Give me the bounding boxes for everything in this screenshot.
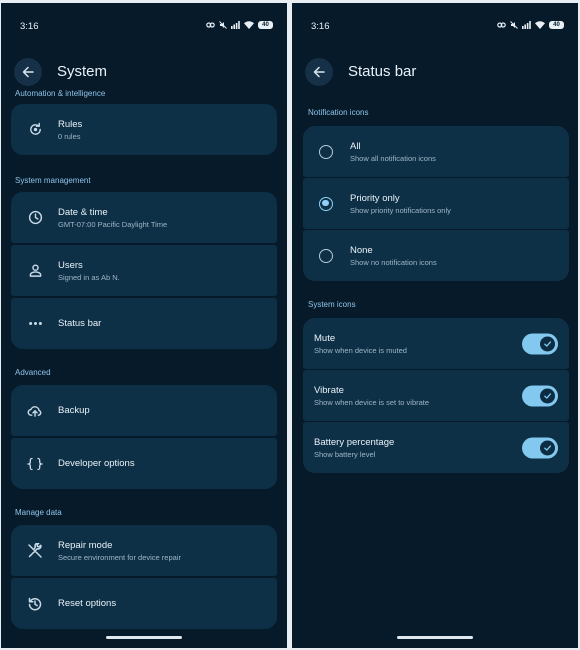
- developer-options-item[interactable]: Developer options: [11, 438, 277, 489]
- status-icons: 40: [206, 21, 273, 29]
- code-braces-icon: [27, 456, 43, 472]
- app-bar: Status bar: [292, 55, 578, 89]
- gesture-nav-bar[interactable]: [397, 636, 473, 639]
- date-time-item[interactable]: Date & time GMT-07:00 Pacific Daylight T…: [11, 192, 277, 243]
- person-icon: [27, 263, 43, 279]
- radio-button[interactable]: [319, 248, 333, 263]
- section-label-advanced: Advanced: [15, 368, 51, 377]
- app-bar: System: [1, 55, 287, 89]
- date-time-subtitle: GMT-07:00 Pacific Daylight Time: [58, 220, 168, 229]
- gesture-nav-bar[interactable]: [106, 636, 182, 639]
- option-all-title: All: [350, 141, 361, 152]
- reset-options-title: Reset options: [58, 598, 117, 609]
- check-icon: [540, 388, 555, 403]
- users-subtitle: Signed in as Ab N.: [58, 273, 120, 282]
- link-icon: [206, 22, 215, 28]
- vibrate-switch[interactable]: [522, 385, 558, 406]
- radio-option-none[interactable]: None Show no notification icons: [303, 230, 569, 281]
- status-bar-title: Status bar: [58, 318, 102, 329]
- section-label-system-icons: System icons: [308, 300, 356, 309]
- status-bar: 3:16 40: [1, 21, 287, 35]
- backup-item[interactable]: Backup: [11, 385, 277, 436]
- mute-icon: [219, 21, 227, 29]
- battery-percentage-subtitle: Show battery level: [314, 450, 376, 459]
- section-label-automation: Automation & intelligence: [15, 89, 106, 98]
- mute-toggle-item[interactable]: Mute Show when device is muted: [303, 318, 569, 369]
- clock-time: 3:16: [20, 21, 39, 32]
- option-none-title: None: [350, 245, 373, 256]
- rules-icon: [27, 122, 43, 138]
- wifi-icon: [244, 21, 254, 29]
- section-label-system-management: System management: [15, 176, 91, 185]
- status-icons: 40: [497, 21, 564, 29]
- history-icon: [27, 596, 43, 612]
- option-all-subtitle: Show all notification icons: [350, 154, 436, 163]
- system-screen: 3:16 40 System Automation & intelligence…: [1, 3, 287, 648]
- mute-switch[interactable]: [522, 333, 558, 354]
- clock-time: 3:16: [311, 21, 330, 32]
- repair-mode-title: Repair mode: [58, 540, 113, 551]
- check-icon: [540, 440, 555, 455]
- status-bar-item[interactable]: Status bar: [11, 298, 277, 349]
- vibrate-subtitle: Show when device is set to vibrate: [314, 398, 430, 407]
- arrow-back-icon: [313, 66, 325, 78]
- status-bar: 3:16 40: [292, 21, 578, 35]
- vibrate-title: Vibrate: [314, 385, 344, 396]
- rules-item[interactable]: Rules 0 rules: [11, 104, 277, 155]
- more-dots-icon: [27, 316, 43, 332]
- signal-icon: [522, 21, 531, 29]
- rules-title: Rules: [58, 119, 83, 130]
- radio-option-priority-only[interactable]: Priority only Show priority notification…: [303, 178, 569, 229]
- users-item[interactable]: Users Signed in as Ab N.: [11, 245, 277, 296]
- check-icon: [540, 336, 555, 351]
- option-priority-title: Priority only: [350, 193, 400, 204]
- battery-percentage-title: Battery percentage: [314, 437, 395, 448]
- back-button[interactable]: [305, 58, 333, 86]
- section-label-manage-data: Manage data: [15, 508, 62, 517]
- tools-icon: [27, 542, 43, 559]
- signal-icon: [231, 21, 240, 29]
- users-title: Users: [58, 260, 83, 271]
- reset-options-item[interactable]: Reset options: [11, 578, 277, 629]
- option-priority-subtitle: Show priority notifications only: [350, 206, 451, 215]
- repair-mode-subtitle: Secure environment for device repair: [58, 553, 181, 562]
- battery-percentage-switch[interactable]: [522, 437, 558, 458]
- repair-mode-item[interactable]: Repair mode Secure environment for devic…: [11, 525, 277, 576]
- arrow-back-icon: [22, 66, 34, 78]
- page-title: Status bar: [348, 63, 417, 80]
- radio-button-selected[interactable]: [319, 196, 333, 211]
- status-bar-screen: 3:16 40 Status bar Notification icons Al…: [292, 3, 578, 648]
- radio-button[interactable]: [319, 144, 333, 159]
- rules-subtitle: 0 rules: [58, 132, 81, 141]
- clock-icon: [27, 210, 43, 226]
- cloud-upload-icon: [27, 403, 43, 419]
- mute-subtitle: Show when device is muted: [314, 346, 407, 355]
- battery-percentage-toggle-item[interactable]: Battery percentage Show battery level: [303, 422, 569, 473]
- option-none-subtitle: Show no notification icons: [350, 258, 437, 267]
- battery-icon: 40: [258, 21, 273, 29]
- backup-title: Backup: [58, 405, 90, 416]
- section-label-notification-icons: Notification icons: [308, 108, 369, 117]
- back-button[interactable]: [14, 58, 42, 86]
- wifi-icon: [535, 21, 545, 29]
- vibrate-toggle-item[interactable]: Vibrate Show when device is set to vibra…: [303, 370, 569, 421]
- battery-icon: 40: [549, 21, 564, 29]
- developer-options-title: Developer options: [58, 458, 135, 469]
- date-time-title: Date & time: [58, 207, 108, 218]
- mute-icon: [510, 21, 518, 29]
- mute-title: Mute: [314, 333, 336, 344]
- link-icon: [497, 22, 506, 28]
- page-title: System: [57, 63, 108, 80]
- radio-option-all[interactable]: All Show all notification icons: [303, 126, 569, 177]
